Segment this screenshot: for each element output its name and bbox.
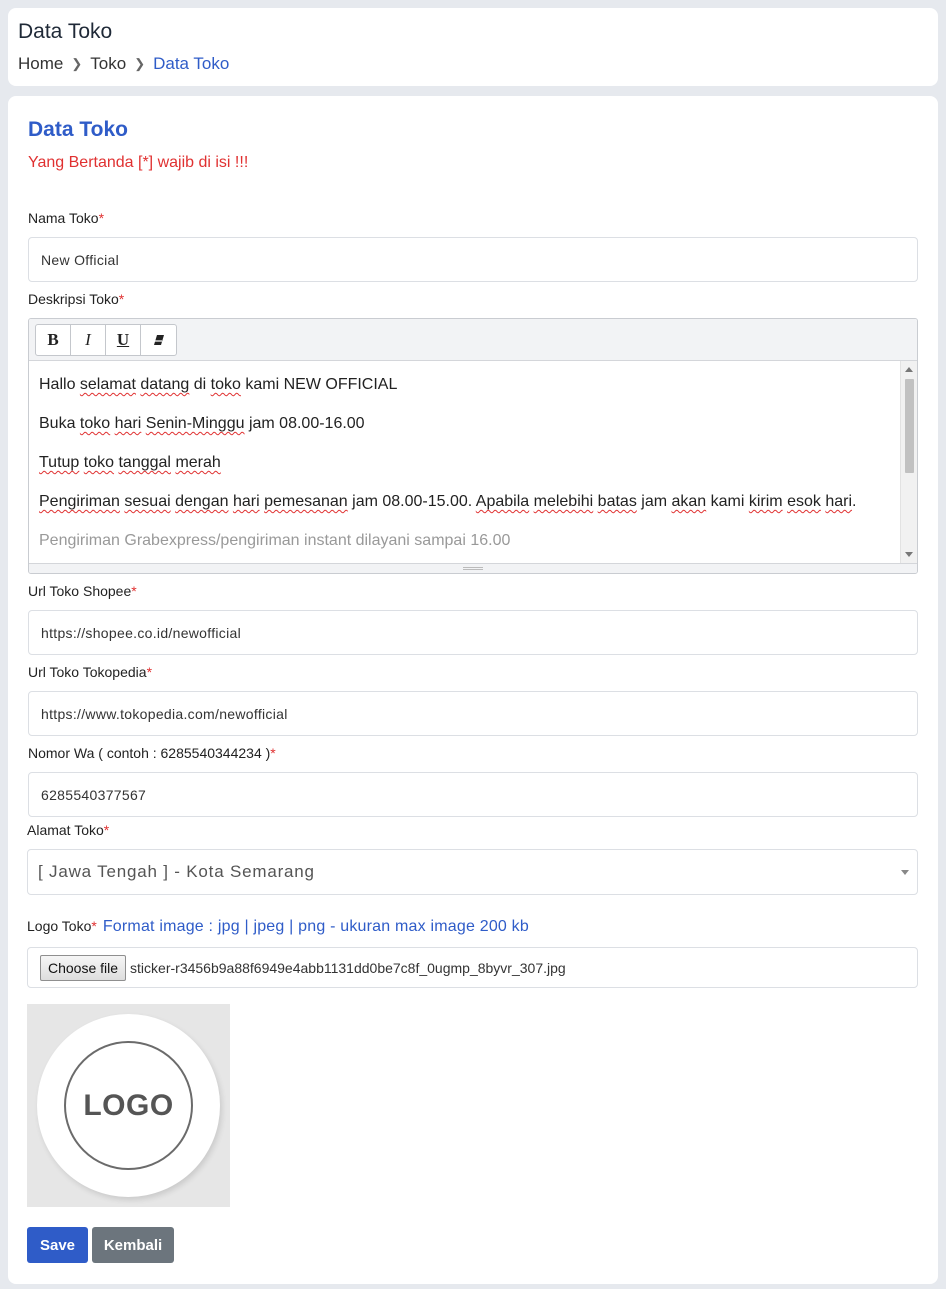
caret-down-icon	[901, 870, 909, 875]
url-shopee-input[interactable]: https://shopee.co.id/newofficial	[28, 610, 918, 655]
required-star: *	[131, 583, 137, 599]
url-tokopedia-input[interactable]: https://www.tokopedia.com/newofficial	[28, 691, 918, 736]
form-card: Data Toko Yang Bertanda [*] wajib di isi…	[8, 96, 938, 1284]
alamat-toko-select[interactable]: [ Jawa Tengah ] - Kota Semarang	[27, 849, 918, 895]
page-title: Data Toko	[18, 20, 113, 43]
required-star: *	[91, 918, 97, 934]
required-star: *	[270, 745, 276, 761]
deskripsi-toko-label: Deskripsi Toko*	[28, 291, 125, 307]
required-note: Yang Bertanda [*] wajib di isi !!!	[28, 154, 249, 171]
chevron-right-icon: ❯	[134, 56, 146, 71]
scroll-up-icon[interactable]	[905, 367, 913, 372]
breadcrumb-current: Data Toko	[153, 54, 230, 73]
nomor-wa-label: Nomor Wa ( contoh : 6285540344234 )*	[28, 745, 276, 761]
alamat-toko-label: Alamat Toko*	[27, 822, 110, 838]
header-card: Data Toko Home ❯ Toko ❯ Data Toko	[8, 8, 938, 86]
breadcrumb-home[interactable]: Home	[18, 54, 63, 74]
editor-scrollbar[interactable]	[900, 361, 917, 563]
grip-icon	[463, 567, 483, 570]
url-shopee-label: Url Toko Shopee*	[28, 583, 137, 599]
logo-image: LOGO	[83, 1088, 174, 1122]
logo-format-hint: Format image : jpg | jpeg | png - ukuran…	[102, 918, 529, 935]
required-star: *	[103, 822, 110, 838]
italic-button[interactable]: I	[71, 325, 106, 355]
chevron-right-icon: ❯	[71, 56, 83, 71]
breadcrumb-toko[interactable]: Toko	[90, 54, 126, 74]
logo-file-input[interactable]: Choose file sticker-r3456b9a88f6949e4abb…	[27, 947, 918, 988]
kembali-button[interactable]: Kembali	[92, 1227, 174, 1263]
form-title: Data Toko	[28, 118, 128, 141]
deskripsi-editor: B I U Hallo selamat datang di toko kami …	[28, 318, 918, 574]
logo-preview: LOGO	[27, 1004, 230, 1207]
breadcrumb: Home ❯ Toko ❯ Data Toko	[18, 54, 229, 74]
save-button[interactable]: Save	[27, 1227, 88, 1263]
scroll-down-icon[interactable]	[905, 552, 913, 557]
required-star: *	[118, 291, 125, 307]
file-name: sticker-r3456b9a88f6949e4abb1131dd0be7c8…	[130, 959, 566, 976]
deskripsi-content[interactable]: Hallo selamat datang di toko kami NEW OF…	[29, 361, 917, 573]
choose-file-button[interactable]: Choose file	[40, 954, 127, 981]
nomor-wa-input[interactable]: 6285540377567	[28, 772, 918, 817]
nama-toko-label: Nama Toko*	[28, 210, 105, 226]
url-tokopedia-label: Url Toko Tokopedia*	[28, 664, 153, 680]
nama-toko-input[interactable]: New Official	[28, 237, 918, 282]
eraser-icon[interactable]	[141, 325, 176, 355]
editor-toolbar: B I U	[29, 319, 917, 361]
underline-button[interactable]: U	[106, 325, 141, 355]
required-star: *	[98, 210, 105, 226]
editor-resize-handle[interactable]	[29, 563, 917, 573]
scroll-thumb[interactable]	[905, 379, 914, 473]
logo-toko-label: Logo Toko * Format image : jpg | jpeg | p…	[27, 918, 529, 935]
bold-button[interactable]: B	[36, 325, 71, 355]
required-star: *	[146, 664, 153, 680]
